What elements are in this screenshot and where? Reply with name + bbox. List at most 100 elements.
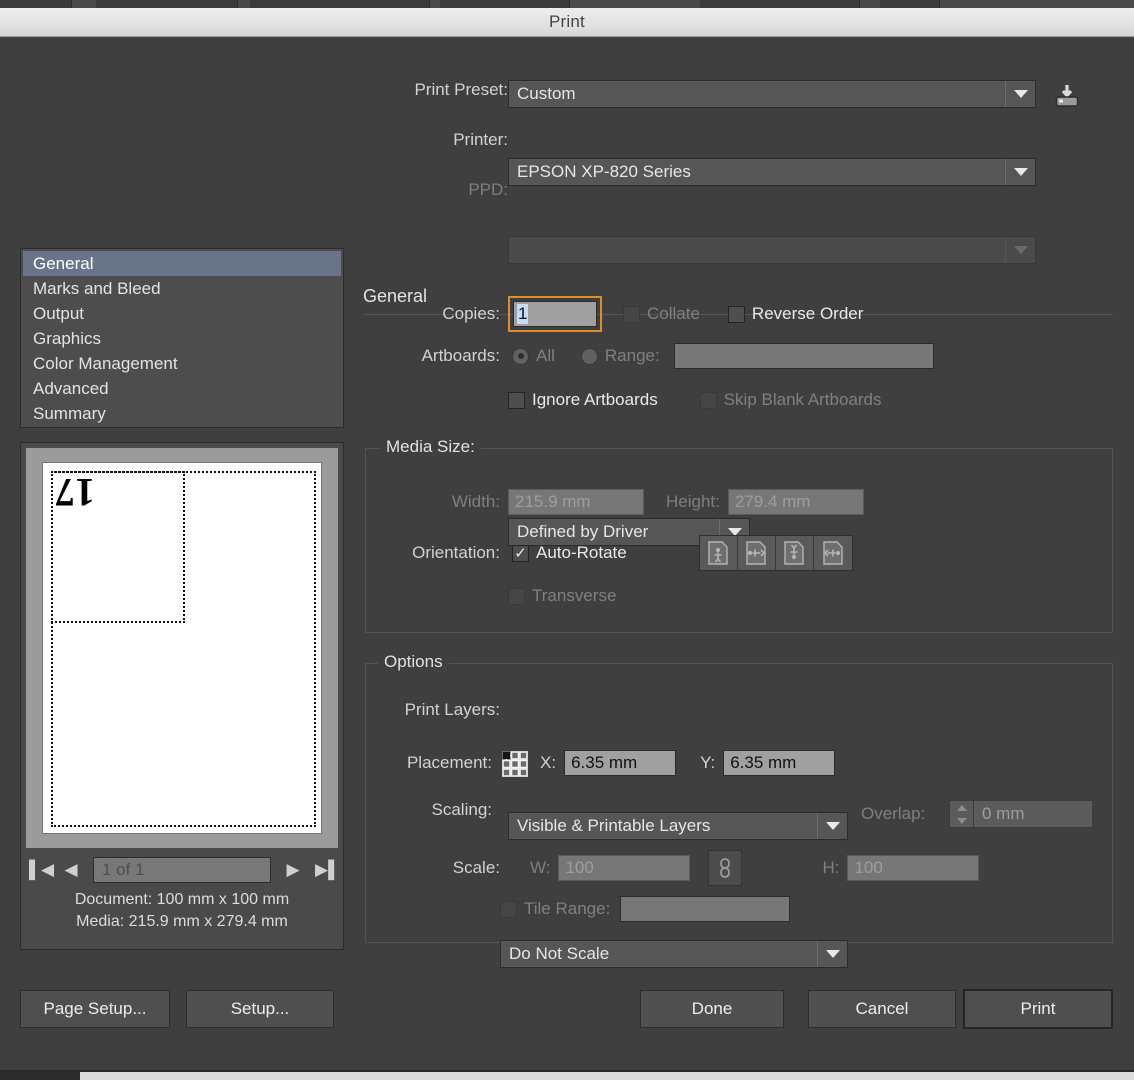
next-page-button[interactable]: ▶ bbox=[283, 860, 303, 880]
placement-row: Placement: X: 6.35 mm Y: 6.35 mm bbox=[372, 750, 1112, 777]
scale-label: Scale: bbox=[452, 858, 500, 877]
width-label: Width: bbox=[451, 492, 500, 511]
scale-h-label: H: bbox=[822, 858, 840, 877]
preview-paper: 17 bbox=[42, 462, 322, 834]
printer-label: Printer: bbox=[453, 130, 508, 149]
done-button[interactable]: Done bbox=[640, 990, 784, 1028]
save-preset-button[interactable] bbox=[1053, 82, 1081, 110]
scale-link-button[interactable] bbox=[708, 850, 743, 886]
sidebar-item-label: Output bbox=[33, 304, 85, 323]
artboards-range-input bbox=[673, 343, 934, 369]
artboards-label: Artboards: bbox=[421, 346, 500, 365]
copies-label: Copies: bbox=[442, 304, 500, 323]
scale-w-input: 100 bbox=[558, 855, 691, 881]
sidebar-item-label: Summary bbox=[33, 404, 106, 423]
sidebar-item-graphics[interactable]: Graphics bbox=[23, 326, 341, 351]
ppd-row: PPD: bbox=[383, 180, 508, 200]
height-label: Height: bbox=[666, 492, 720, 511]
ppd-label: PPD: bbox=[468, 180, 508, 199]
placement-y-label: Y: bbox=[700, 753, 716, 772]
artboard-flags-row: Ignore Artboards Skip Blank Artboards bbox=[508, 390, 1128, 410]
print-button[interactable]: Print bbox=[963, 989, 1113, 1029]
sidebar-item-advanced[interactable]: Advanced bbox=[23, 376, 341, 401]
sidebar-item-label: Marks and Bleed bbox=[33, 279, 161, 298]
scaling-select[interactable]: Do Not Scale bbox=[500, 940, 848, 968]
last-page-button[interactable]: ▶▌ bbox=[315, 860, 340, 880]
overlap-stepper: 0 mm bbox=[949, 800, 1093, 828]
overlap-label: Overlap: bbox=[861, 804, 926, 823]
sidebar-item-general[interactable]: General bbox=[23, 251, 341, 276]
skip-blank-artboards-label: Skip Blank Artboards bbox=[723, 390, 882, 409]
printer-row: Printer: bbox=[383, 130, 508, 150]
settings-category-list[interactable]: General Marks and Bleed Output Graphics … bbox=[20, 248, 344, 428]
preview-info: Document: 100 mm x 100 mm Media: 215.9 m… bbox=[21, 889, 343, 933]
copies-row: Copies: 1 Collate Reverse Order bbox=[372, 296, 1112, 332]
placement-x-input[interactable]: 6.35 mm bbox=[564, 750, 677, 776]
chevron-down-icon bbox=[1005, 237, 1035, 263]
page-indicator-field[interactable]: 1 of 1 bbox=[93, 857, 271, 883]
chevron-down-icon bbox=[817, 941, 847, 967]
first-page-button[interactable]: ▌◀ bbox=[29, 860, 54, 880]
sidebar-item-label: Graphics bbox=[33, 329, 102, 348]
sidebar-item-summary[interactable]: Summary bbox=[23, 401, 341, 426]
chevron-down-icon bbox=[1005, 159, 1035, 185]
overlap-value: 0 mm bbox=[982, 804, 1025, 823]
placement-y-input[interactable]: 6.35 mm bbox=[723, 750, 836, 776]
overlap-spin-buttons bbox=[950, 801, 974, 827]
window-titlebar: Print bbox=[0, 8, 1134, 37]
collate-checkbox bbox=[623, 305, 640, 323]
cancel-label: Cancel bbox=[855, 999, 909, 1018]
media-size-label: Media: 215.9 mm x 279.4 mm bbox=[76, 913, 288, 930]
portrait-orientation-button[interactable] bbox=[699, 536, 738, 570]
reverse-landscape-orientation-button[interactable] bbox=[813, 536, 852, 570]
media-size-label: Media Size: bbox=[380, 437, 481, 457]
overlap-decrement-button bbox=[950, 814, 973, 827]
sidebar-item-output[interactable]: Output bbox=[23, 301, 341, 326]
sidebar-item-color-management[interactable]: Color Management bbox=[23, 351, 341, 376]
printer-select[interactable]: EPSON XP-820 Series bbox=[508, 158, 1036, 186]
artboards-row: Artboards: All Range: bbox=[372, 343, 1112, 369]
tile-range-checkbox bbox=[500, 900, 517, 918]
transverse-row: Transverse bbox=[508, 586, 908, 606]
sidebar-item-label: Advanced bbox=[33, 379, 109, 398]
reverse-portrait-orientation-button[interactable] bbox=[775, 536, 814, 570]
portrait-orientation-icon bbox=[708, 541, 728, 565]
setup-button[interactable]: Setup... bbox=[186, 990, 334, 1028]
reverse-portrait-orientation-icon bbox=[784, 541, 804, 565]
window-title: Print bbox=[549, 12, 585, 31]
reverse-order-checkbox[interactable] bbox=[727, 305, 745, 323]
copies-value: 1 bbox=[517, 304, 529, 324]
tile-range-label: Tile Range: bbox=[524, 899, 611, 918]
collate-label: Collate bbox=[647, 304, 700, 323]
previous-page-button[interactable]: ◀ bbox=[61, 860, 81, 880]
landscape-orientation-button[interactable] bbox=[737, 536, 776, 570]
artboards-all-radio bbox=[512, 347, 529, 365]
done-label: Done bbox=[691, 999, 733, 1018]
width-value: 215.9 mm bbox=[515, 492, 591, 511]
placement-proxy-button[interactable] bbox=[502, 751, 528, 777]
tile-range-row: Tile Range: bbox=[500, 896, 1120, 922]
artboards-all-label: All bbox=[536, 346, 555, 365]
page-setup-button[interactable]: Page Setup... bbox=[20, 990, 170, 1028]
scaling-label: Scaling: bbox=[431, 800, 492, 819]
print-preset-select[interactable]: Custom bbox=[508, 80, 1036, 108]
ppd-select bbox=[508, 236, 1036, 264]
placement-x-value: 6.35 mm bbox=[571, 753, 638, 772]
auto-rotate-checkbox[interactable]: ✓ bbox=[512, 544, 529, 562]
print-dialog: Print Preset: Custom Printer: EPSON XP-8… bbox=[0, 38, 1134, 1062]
scale-w-label: W: bbox=[530, 858, 551, 877]
orientation-button-group[interactable] bbox=[698, 535, 853, 571]
scale-w-value: 100 bbox=[565, 858, 594, 877]
placement-label: Placement: bbox=[406, 753, 492, 772]
sidebar-item-marks-and-bleed[interactable]: Marks and Bleed bbox=[23, 276, 341, 301]
landscape-orientation-icon bbox=[746, 541, 766, 565]
preview-canvas[interactable]: 17 bbox=[26, 448, 338, 848]
cancel-button[interactable]: Cancel bbox=[808, 990, 956, 1028]
background-app-strip bbox=[0, 0, 1134, 8]
ignore-artboards-checkbox[interactable] bbox=[508, 391, 525, 409]
sidebar-item-label: Color Management bbox=[33, 354, 178, 373]
copies-input[interactable]: 1 bbox=[513, 301, 597, 327]
ignore-artboards-label: Ignore Artboards bbox=[532, 390, 658, 409]
setup-label: Setup... bbox=[230, 999, 290, 1018]
save-preset-icon bbox=[1055, 85, 1079, 107]
